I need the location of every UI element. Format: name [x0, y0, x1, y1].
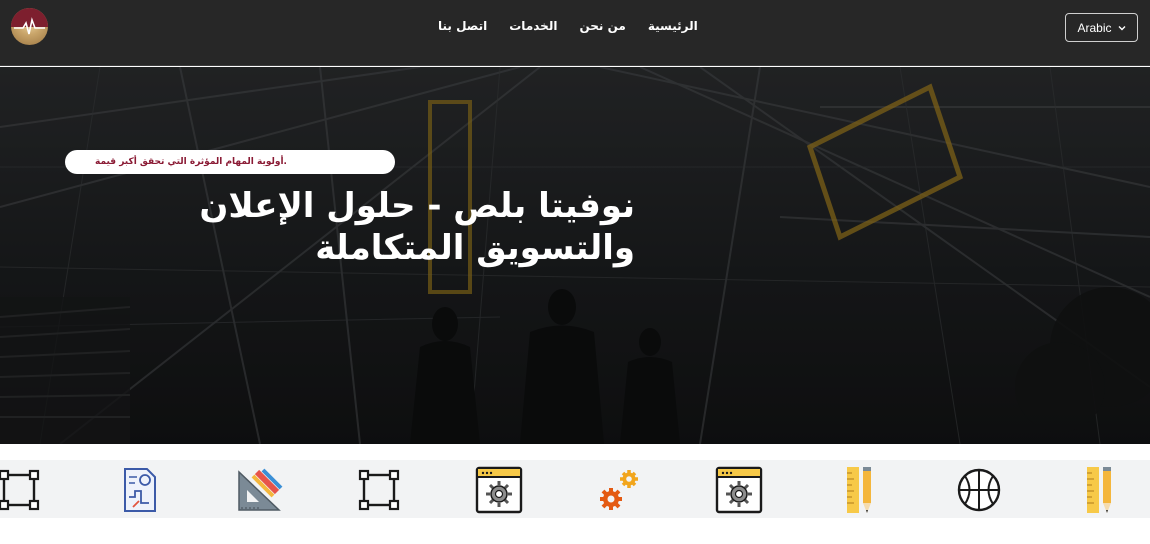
brand-logo[interactable] [11, 8, 48, 45]
ruler-pencil-icon[interactable] [1075, 465, 1125, 515]
nav-services[interactable]: الخدمات [509, 19, 557, 35]
services-icon-strip [0, 460, 1150, 518]
nav-contact[interactable]: اتصل بنا [438, 19, 487, 35]
ruler-pencil-icon[interactable] [835, 465, 885, 515]
nav-home[interactable]: الرئيسية [648, 19, 698, 35]
browser-gear-icon[interactable] [474, 465, 524, 515]
drafting-tools-icon[interactable] [234, 465, 284, 515]
hero-title: نوفيتا بلص - حلول الإعلان والتسويق المتك… [199, 186, 635, 268]
top-navbar: اتصل بنا الخدمات من نحن الرئيسية Arabic [0, 0, 1150, 66]
orange-gears-icon[interactable] [595, 465, 645, 515]
blueprint-chart-icon[interactable] [115, 465, 165, 515]
bounding-box-icon[interactable] [0, 465, 44, 515]
hero-section: .أولوية المهام المؤثرة التي تحقق أكبر قي… [0, 67, 1150, 444]
browser-gear-icon[interactable] [714, 465, 764, 515]
basketball-icon[interactable] [954, 465, 1004, 515]
main-nav: اتصل بنا الخدمات من نحن الرئيسية [438, 19, 698, 35]
hero-tagline: .أولوية المهام المؤثرة التي تحقق أكبر قي… [65, 150, 395, 174]
language-selector[interactable]: Arabic [1065, 13, 1138, 42]
chevron-down-icon [1118, 25, 1125, 30]
nav-about[interactable]: من نحن [579, 19, 625, 35]
language-label: Arabic [1077, 20, 1112, 35]
bounding-box-icon[interactable] [354, 465, 404, 515]
